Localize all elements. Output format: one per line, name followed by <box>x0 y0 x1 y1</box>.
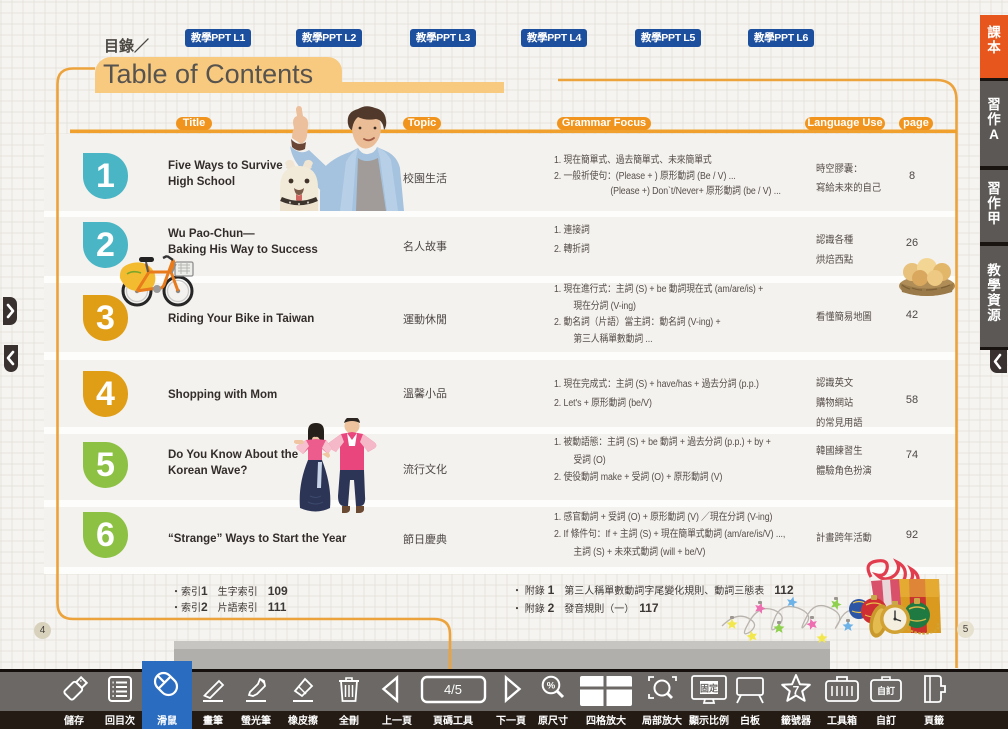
svg-text:自訂: 自訂 <box>877 685 895 696</box>
svg-text:7: 7 <box>793 684 800 698</box>
svg-text:4/5: 4/5 <box>444 682 462 697</box>
svg-text:%: % <box>547 680 556 691</box>
svg-text:固定: 固定 <box>700 683 719 694</box>
